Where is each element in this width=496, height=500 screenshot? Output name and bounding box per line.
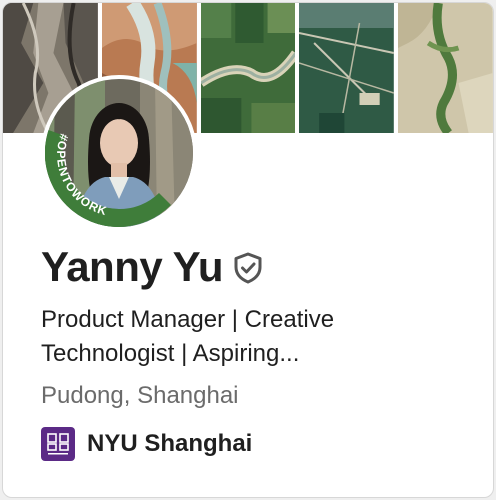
headline-line-1: Product Manager | Creative	[41, 306, 335, 333]
banner-tile-dry-river	[398, 3, 493, 133]
banner-tile-coastal-grid	[299, 3, 395, 133]
headline-line-2: Technologist | Aspiring...	[41, 340, 300, 367]
profile-headline: Product Manager | Creative Technologist …	[41, 303, 461, 371]
nyu-shanghai-logo-icon	[41, 427, 75, 461]
profile-location: Pudong, Shanghai	[41, 382, 239, 409]
profile-avatar[interactable]: #OPENTOWORK	[41, 75, 197, 231]
profile-name[interactable]: Yanny Yu	[41, 241, 224, 293]
verified-shield-icon[interactable]	[233, 252, 263, 284]
banner-tile-green-fields	[200, 3, 296, 133]
school-name[interactable]: NYU Shanghai	[87, 427, 252, 461]
profile-card[interactable]: #OPENTOWORK Yanny Yu Product Manager | C…	[2, 2, 494, 498]
avatar-photo	[45, 79, 193, 227]
education-item[interactable]: NYU Shanghai	[41, 427, 252, 461]
